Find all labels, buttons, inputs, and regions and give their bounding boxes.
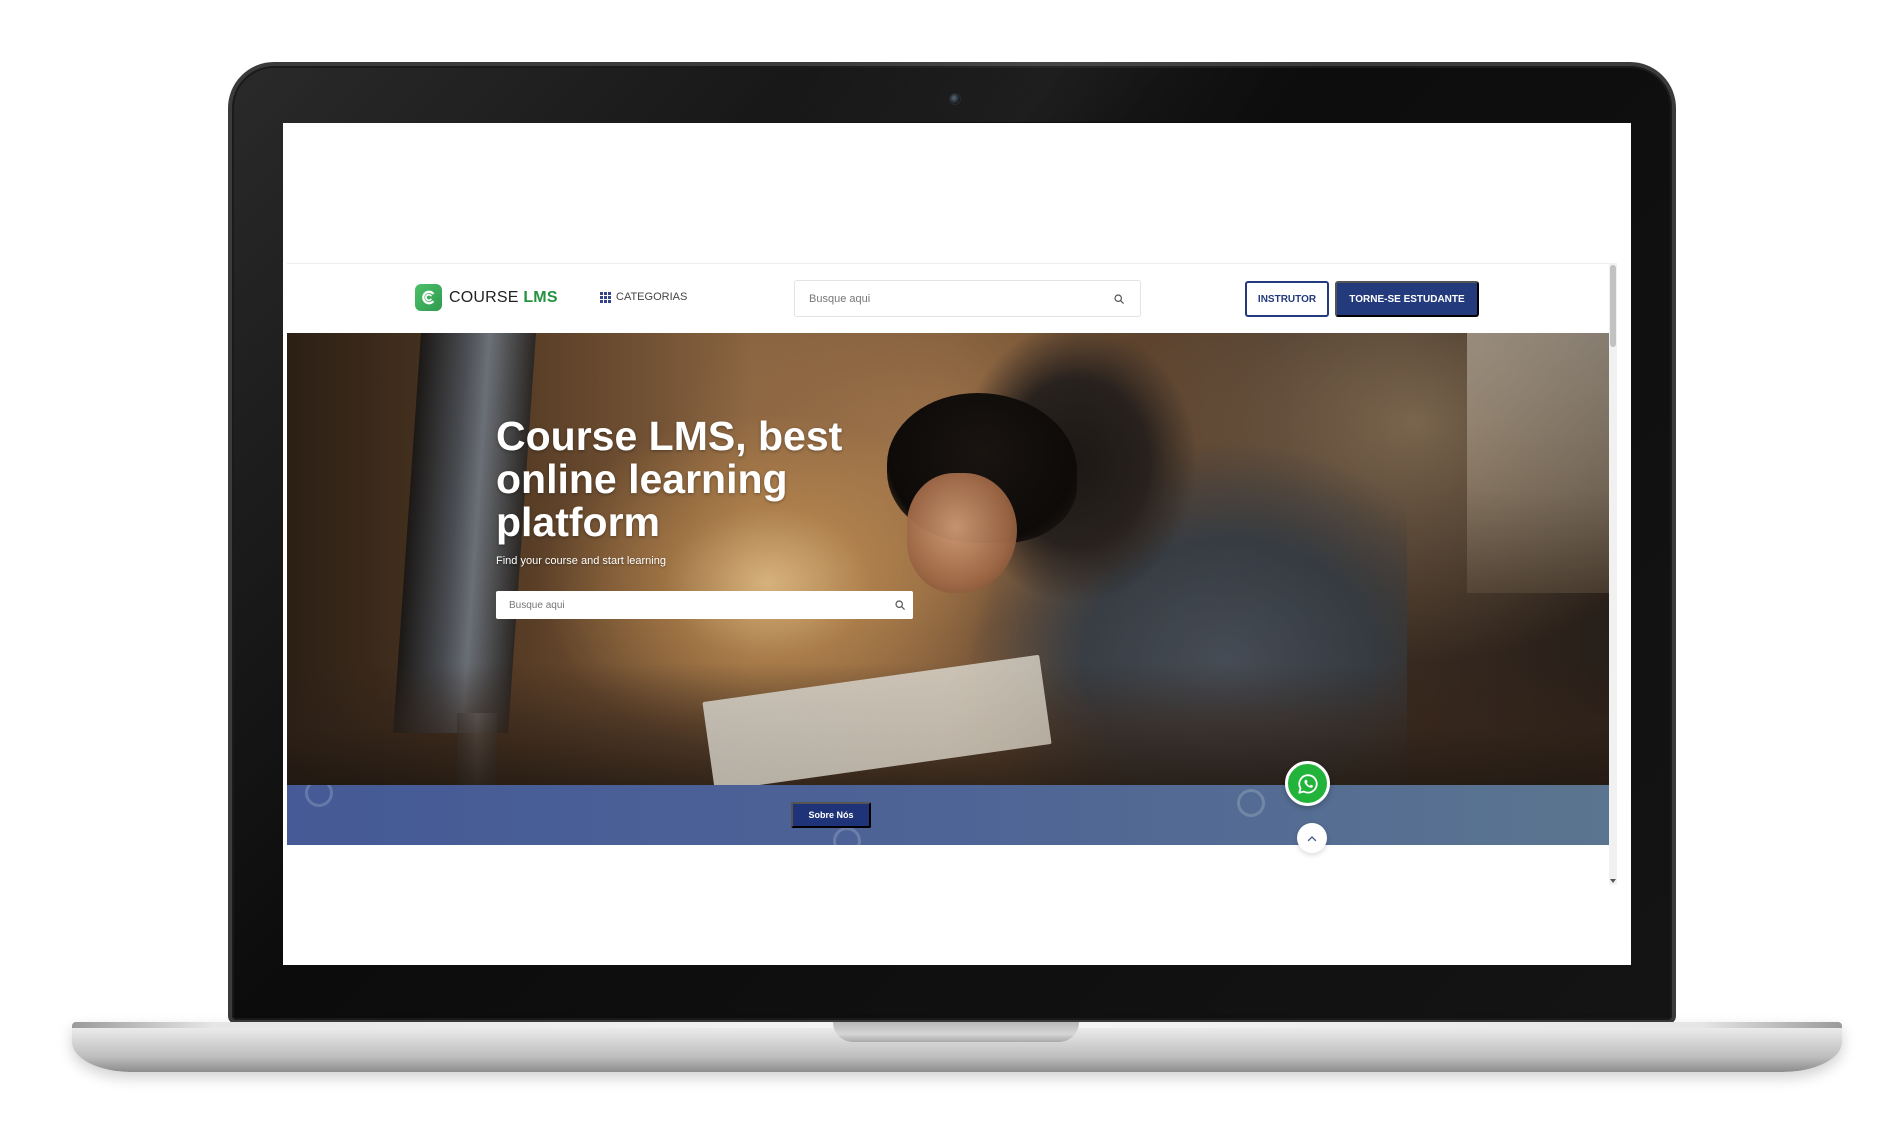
hero-subtitle: Find your course and start learning	[496, 555, 666, 567]
categories-menu[interactable]: CATEGORIAS	[600, 291, 687, 303]
search-icon[interactable]	[1114, 294, 1124, 304]
decorative-ring	[833, 827, 861, 845]
webcam-icon	[949, 93, 961, 105]
decorative-ring	[305, 785, 333, 807]
laptop-notch	[833, 1022, 1079, 1042]
about-band: Sobre Nós	[287, 785, 1609, 845]
website-page: COURSE LMS CATEGORIAS INSTRUTOR TORNE-SE…	[287, 263, 1617, 885]
page-scrollbar[interactable]	[1609, 263, 1617, 885]
laptop-screen: COURSE LMS CATEGORIAS INSTRUTOR TORNE-SE…	[283, 123, 1631, 965]
decorative-ring	[1237, 789, 1265, 817]
header-search-input[interactable]	[807, 290, 1107, 308]
navbar: COURSE LMS CATEGORIAS INSTRUTOR TORNE-SE…	[287, 263, 1609, 333]
about-us-button[interactable]: Sobre Nós	[791, 802, 871, 828]
hero-title: Course LMS, best online learning platfor…	[496, 413, 843, 545]
site-logo[interactable]: COURSE LMS	[415, 284, 558, 311]
back-to-top-button[interactable]	[1297, 823, 1327, 853]
whatsapp-button[interactable]	[1285, 761, 1330, 806]
hero-search-box	[496, 591, 913, 619]
chevron-up-icon	[1307, 835, 1317, 841]
hero-overlay	[287, 333, 1609, 785]
logo-text: COURSE LMS	[449, 288, 558, 306]
become-student-button[interactable]: TORNE-SE ESTUDANTE	[1335, 281, 1479, 317]
instructor-button[interactable]: INSTRUTOR	[1245, 281, 1329, 317]
scrollbar-thumb[interactable]	[1610, 265, 1616, 347]
hero-banner: Course LMS, best online learning platfor…	[287, 333, 1609, 785]
categories-label: CATEGORIAS	[616, 291, 688, 303]
search-icon[interactable]	[895, 600, 905, 610]
header-search-box	[794, 280, 1141, 317]
whatsapp-icon	[1297, 773, 1318, 794]
hero-search-input[interactable]	[507, 597, 877, 613]
grid-icon	[600, 291, 611, 303]
scroll-down-arrow-icon[interactable]	[1610, 879, 1616, 883]
logo-icon	[415, 284, 442, 311]
